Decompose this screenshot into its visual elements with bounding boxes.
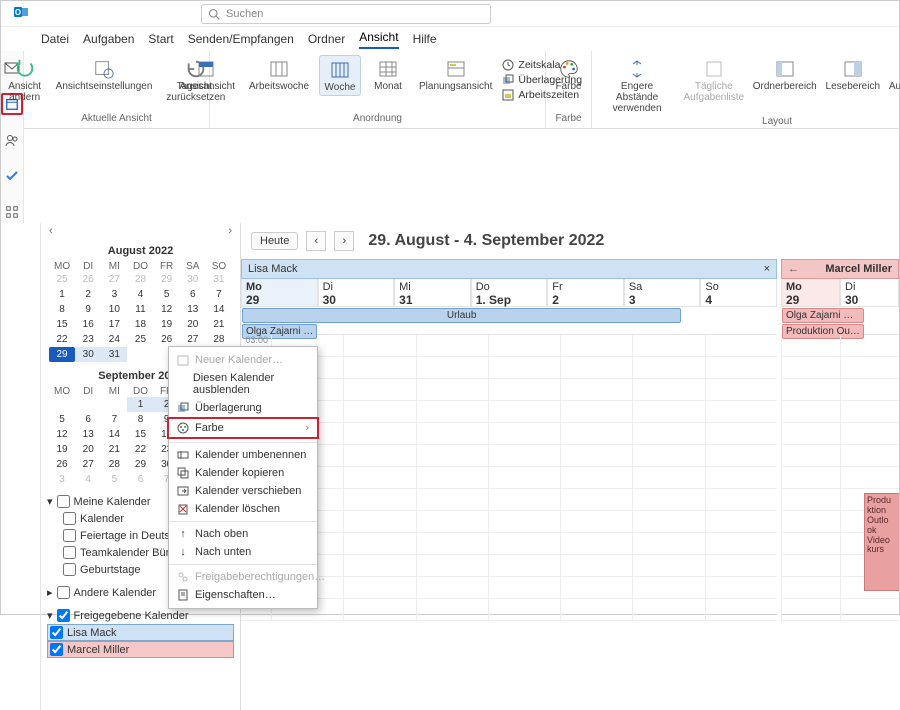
menu-aufgaben[interactable]: Aufgaben — [83, 32, 134, 46]
ctx-copy[interactable]: Kalender kopieren — [169, 464, 317, 482]
ctx-properties[interactable]: Eigenschaften… — [169, 586, 317, 604]
day-header[interactable]: Di30 — [840, 279, 899, 307]
menu-datei[interactable]: Datei — [41, 32, 69, 46]
ctx-new-calendar: Neuer Kalender… — [169, 351, 317, 369]
time-grid-lisa[interactable]: 03:0004:0013:00 — [241, 335, 777, 710]
change-view-button[interactable]: Ansicht ändern — [4, 55, 46, 105]
tighter-spacing-button[interactable]: Engere Abstände verwenden — [598, 55, 676, 116]
close-lisa-button[interactable]: × — [764, 263, 770, 275]
month-title-aug: August 2022 — [49, 241, 232, 261]
day-header[interactable]: Sa3 — [624, 279, 701, 307]
menu-bar: Datei Aufgaben Start Senden/Empfangen Or… — [1, 27, 899, 51]
submenu-arrow-icon: › — [305, 422, 309, 434]
next-month-icon[interactable]: › — [228, 225, 232, 237]
month-view-button[interactable]: Monat — [367, 55, 409, 94]
day-header[interactable]: Fr2 — [547, 279, 624, 307]
todo-bar-button[interactable]: Aufgabenleiste — [888, 55, 900, 116]
ribbon-group-aktuelle: Aktuelle Ansicht — [81, 113, 152, 126]
day-header[interactable]: Mi31 — [394, 279, 471, 307]
context-menu: Neuer Kalender… Diesen Kalender ausblend… — [168, 346, 318, 609]
merge-arrow-icon[interactable]: ← — [788, 263, 799, 275]
ctx-color[interactable]: Farbe› — [167, 417, 319, 439]
ribbon-group-layout: Layout — [762, 116, 792, 129]
ctx-delete[interactable]: Kalender löschen — [169, 500, 317, 518]
date-range-title: 29. August - 4. September 2022 — [368, 232, 604, 250]
menu-ansicht[interactable]: Ansicht — [359, 30, 398, 49]
svg-text:O: O — [15, 8, 21, 17]
tree-freigegebene[interactable]: ▾ Freigegebene Kalender — [47, 607, 234, 624]
ribbon-group-farbe: Farbe — [555, 113, 581, 126]
outlook-logo-icon: O — [1, 4, 41, 23]
calendar-lisa: Lisa Mack × Mo29 Di30 Mi31 Do1. Sep Fr2 S… — [241, 259, 781, 710]
prev-week-button[interactable]: ‹ — [306, 231, 326, 251]
day-header[interactable]: Di30 — [318, 279, 395, 307]
prev-month-icon[interactable]: ‹ — [49, 225, 53, 237]
ribbon-group-anordnung: Anordnung — [353, 113, 402, 126]
menu-start[interactable]: Start — [148, 32, 173, 46]
calendar-lisa-title: Lisa Mack — [248, 263, 298, 275]
day-header[interactable]: So4 — [700, 279, 777, 307]
schedule-view-button[interactable]: Planungsansicht — [415, 55, 496, 94]
allday-row-marcel[interactable]: Olga Zajarni …Produktion Ou… — [781, 307, 899, 335]
more-icon[interactable] — [1, 201, 23, 223]
today-button[interactable]: Heute — [251, 232, 298, 250]
search-icon — [208, 8, 220, 20]
day-header[interactable]: Mo29 — [241, 279, 318, 307]
title-bar: O Suchen — [1, 1, 899, 27]
search-placeholder: Suchen — [226, 8, 263, 20]
folder-pane-button[interactable]: Ordnerbereich — [751, 55, 817, 116]
day-header[interactable]: Do1. Sep — [471, 279, 548, 307]
calendar-marcel-title: Marcel Miller — [825, 263, 892, 275]
tree-marcel[interactable]: Marcel Miller — [47, 641, 234, 658]
ctx-hide-calendar[interactable]: Diesen Kalender ausblenden — [169, 369, 317, 399]
ctx-move-up[interactable]: ↑Nach oben — [169, 525, 317, 543]
calendar-main: Heute ‹› 29. August - 4. September 2022 … — [241, 223, 899, 710]
tree-lisa[interactable]: Lisa Mack — [47, 624, 234, 641]
ctx-move-down[interactable]: ↓Nach unten — [169, 543, 317, 561]
workweek-view-button[interactable]: Arbeitswoche — [245, 55, 313, 94]
allday-row-lisa[interactable]: UrlaubOlga Zajarni … — [241, 307, 777, 335]
next-week-button[interactable]: › — [334, 231, 354, 251]
day-view-button[interactable]: Tagesansicht — [173, 55, 239, 94]
event-olga-marcel[interactable]: Olga Zajarni … — [782, 308, 864, 323]
search-input[interactable]: Suchen — [201, 4, 491, 24]
view-settings-button[interactable]: Ansichtseinstellungen — [52, 55, 157, 105]
daily-tasklist-button[interactable]: Tägliche Aufgabenliste — [682, 55, 745, 116]
event-videokurs[interactable]: Produ ktion Outlo ok Video kurs — [864, 493, 899, 591]
week-view-button[interactable]: Woche — [319, 55, 361, 96]
menu-hilfe[interactable]: Hilfe — [413, 32, 437, 46]
menu-senden[interactable]: Senden/Empfangen — [188, 32, 294, 46]
day-header[interactable]: Mo29 — [781, 279, 840, 307]
ribbon: Ansicht ändern Ansichtseinstellungen Ans… — [24, 51, 900, 129]
menu-ordner[interactable]: Ordner — [308, 32, 345, 46]
tasks-icon[interactable] — [1, 165, 23, 187]
ctx-rename[interactable]: Kalender umbenennen — [169, 446, 317, 464]
people-icon[interactable] — [1, 129, 23, 151]
ctx-overlay[interactable]: Überlagerung — [169, 399, 317, 417]
ctx-sharing: Freigabeberechtigungen… — [169, 568, 317, 586]
color-button[interactable]: Farbe — [548, 55, 590, 94]
reading-pane-button[interactable]: Lesebereich — [824, 55, 882, 116]
ctx-move[interactable]: Kalender verschieben — [169, 482, 317, 500]
calendar-marcel: ← Marcel Miller Mo29 Di30 Olga Zajarni …… — [781, 259, 899, 710]
